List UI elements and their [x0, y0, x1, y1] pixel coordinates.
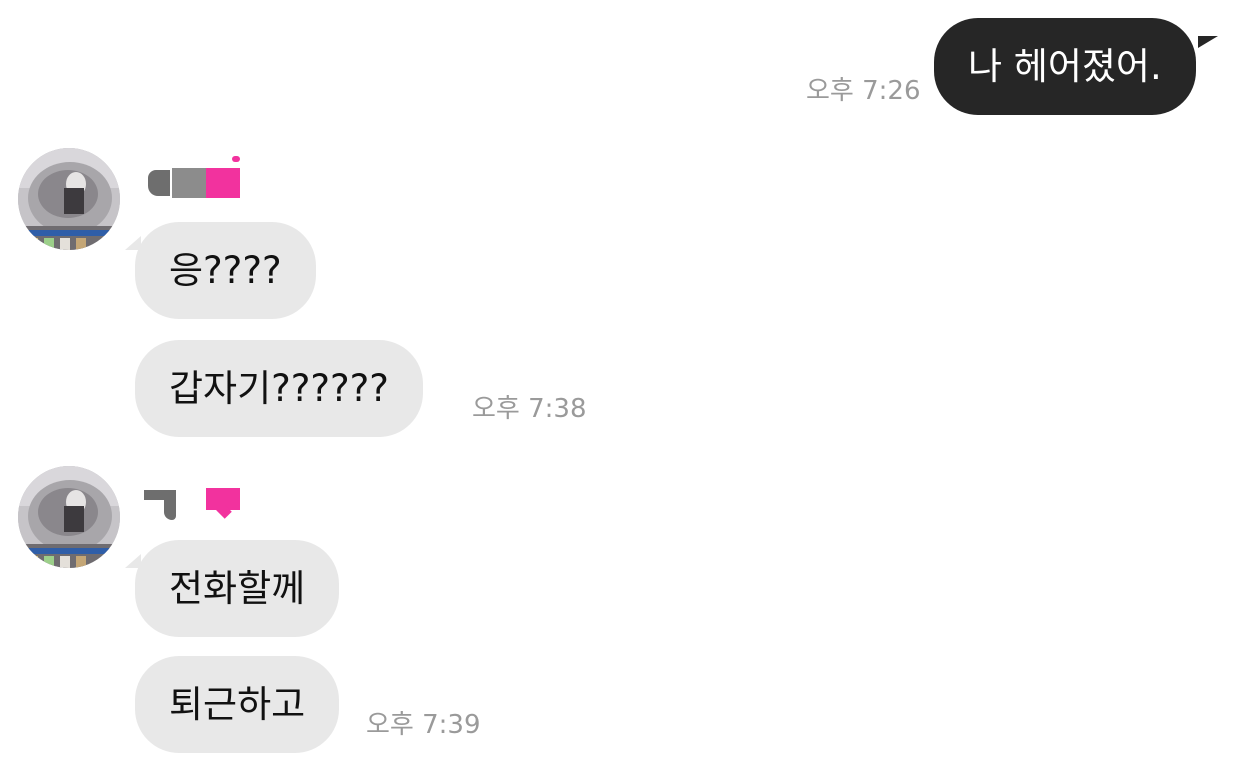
contact-avatar[interactable]	[18, 466, 120, 568]
avatar-photo-icon	[18, 148, 120, 250]
message-timestamp: 오후 7:26	[806, 76, 921, 106]
message-text: 갑자기??????	[169, 367, 389, 410]
message-text: 나 헤어졌어.	[968, 45, 1162, 88]
incoming-message-bubble[interactable]: 응????	[135, 222, 316, 319]
incoming-message-bubble[interactable]: 갑자기??????	[135, 340, 423, 437]
message-timestamp: 오후 7:39	[366, 710, 481, 740]
avatar-photo-icon	[18, 466, 120, 568]
incoming-message-bubble[interactable]: 퇴근하고	[135, 656, 340, 753]
message-text: 전화할께	[169, 567, 306, 610]
message-text: 응????	[169, 249, 282, 292]
sender-name-redacted	[144, 488, 244, 522]
sender-name-redacted	[148, 156, 248, 198]
outgoing-message-bubble[interactable]: 나 헤어졌어.	[934, 18, 1196, 115]
message-text: 퇴근하고	[169, 683, 306, 726]
incoming-message-bubble[interactable]: 전화할께	[135, 540, 340, 637]
bubble-tail	[1198, 36, 1218, 48]
message-timestamp: 오후 7:38	[472, 394, 587, 424]
contact-avatar[interactable]	[18, 148, 120, 250]
